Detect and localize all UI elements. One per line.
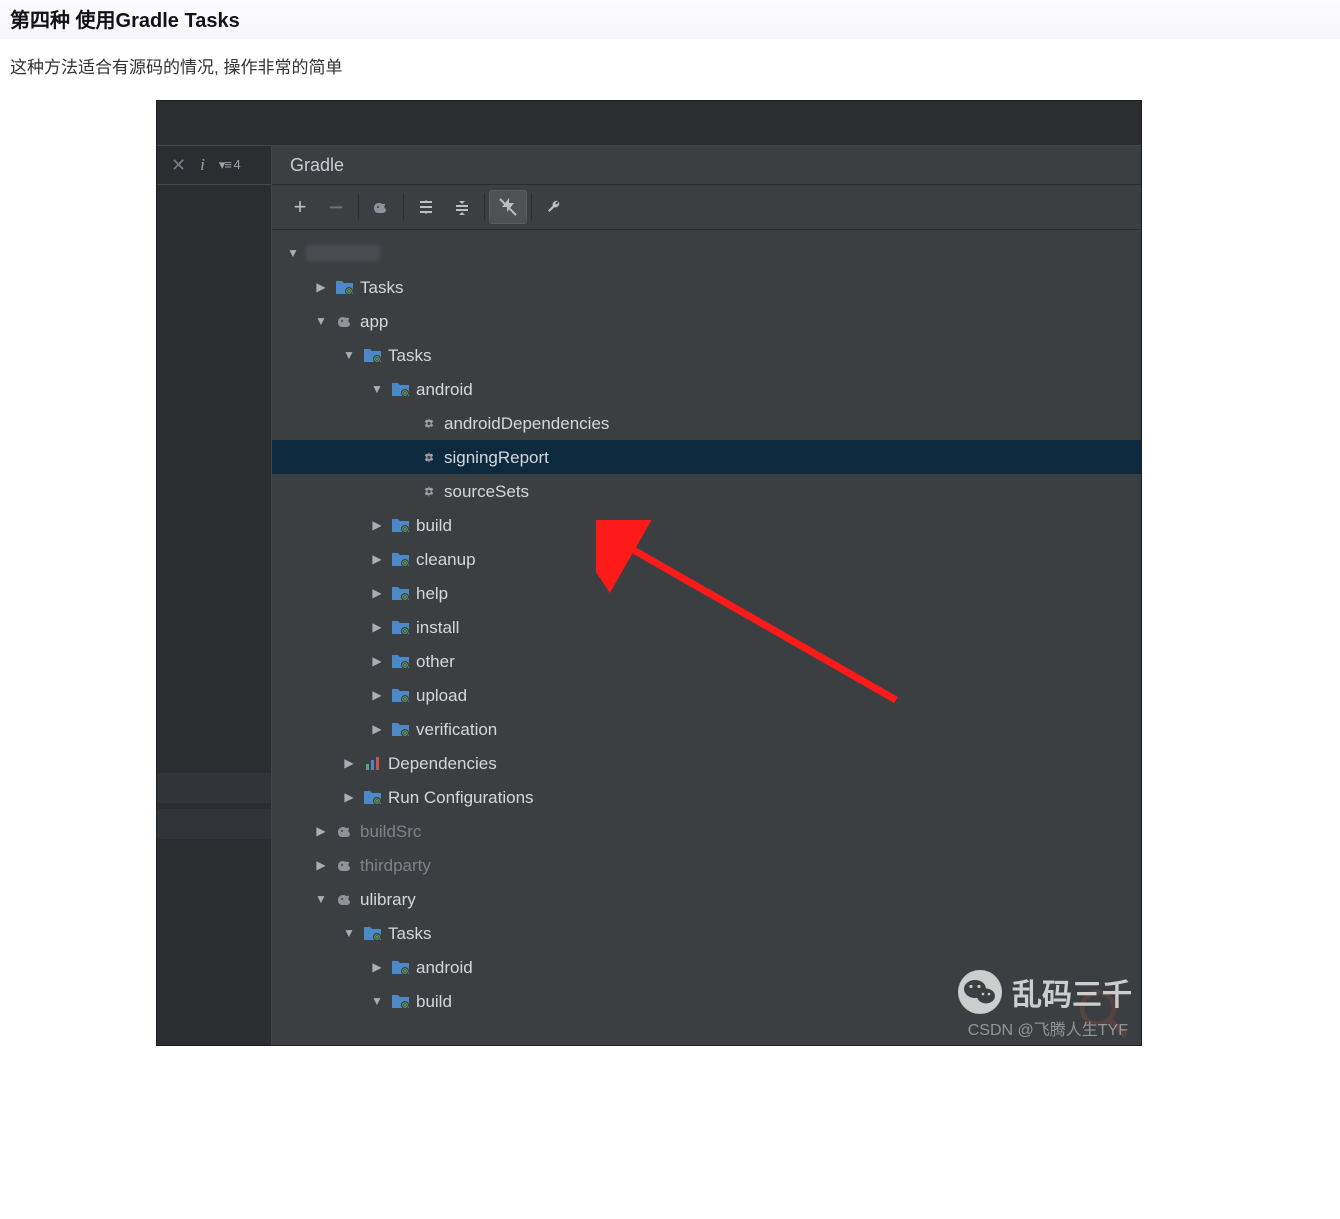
offline-mode-icon[interactable] (489, 190, 527, 224)
elephant-icon (334, 821, 356, 841)
screenshot: ✕ i ▾≡ 4 Gradle + − (156, 100, 1142, 1046)
wechat-watermark: 乱码三千 (958, 970, 1132, 1014)
tree-item-help[interactable]: help (272, 576, 1141, 610)
close-icon[interactable]: ✕ (171, 155, 186, 176)
ide-window: ✕ i ▾≡ 4 Gradle + − (156, 100, 1142, 1046)
tree-item-ulibrary[interactable]: ulibrary (272, 882, 1141, 916)
tool-window-tab[interactable] (157, 773, 271, 803)
folder-icon (390, 957, 412, 977)
wechat-icon (958, 970, 1002, 1014)
wechat-watermark-text: 乱码三千 (1012, 970, 1132, 1014)
task-signingReport[interactable]: signingReport (272, 440, 1141, 474)
intro-paragraph: 这种方法适合有源码的情况, 操作非常的简单 (0, 53, 1340, 78)
elephant-icon (334, 855, 356, 875)
gradle-toolbar: + − (272, 185, 1141, 230)
tree-item-cleanup[interactable]: cleanup (272, 542, 1141, 576)
tree-root[interactable] (272, 236, 1141, 270)
folder-icon (390, 617, 412, 637)
info-icon[interactable]: i (200, 155, 205, 175)
tree-item-thirdparty[interactable]: thirdparty (272, 848, 1141, 882)
task-sourceSets[interactable]: sourceSets (272, 474, 1141, 508)
tree-item-buildSrc[interactable]: buildSrc (272, 814, 1141, 848)
tree-item-verification[interactable]: verification (272, 712, 1141, 746)
folder-icon (390, 549, 412, 569)
tree-item-ulibrary-tasks[interactable]: Tasks (272, 916, 1141, 950)
panel-title: Gradle (272, 146, 1141, 185)
gear-icon (418, 413, 440, 433)
tool-window-tab[interactable] (157, 809, 271, 839)
csdn-watermark: CSDN @飞腾人生TYF (968, 1016, 1128, 1040)
gradle-panel: Gradle + − (272, 146, 1141, 1046)
section-heading-text: 第四种 使用Gradle Tasks (10, 4, 1330, 33)
ide-titlebar (157, 101, 1141, 146)
tree-item-android[interactable]: android (272, 372, 1141, 406)
folder-icon (362, 345, 384, 365)
tool-window-stripe: ✕ i ▾≡ 4 (157, 146, 272, 1046)
project-name-redacted (306, 245, 380, 261)
collapse-all-icon[interactable] (444, 191, 480, 223)
expand-all-icon[interactable] (408, 191, 444, 223)
folder-icon (390, 685, 412, 705)
folder-icon (390, 719, 412, 739)
folder-icon (390, 583, 412, 603)
folder-icon (334, 277, 356, 297)
tree-item-app-tasks[interactable]: Tasks (272, 338, 1141, 372)
folder-icon (390, 379, 412, 399)
tree-item-app[interactable]: app (272, 304, 1141, 338)
task-androidDependencies[interactable]: androidDependencies (272, 406, 1141, 440)
folder-icon (390, 991, 412, 1011)
gear-icon (418, 481, 440, 501)
elephant-icon (334, 311, 356, 331)
wrench-icon[interactable] (536, 191, 572, 223)
list-indicator: ▾≡ 4 (219, 157, 240, 173)
folder-icon (390, 651, 412, 671)
tree-item-tasks[interactable]: Tasks (272, 270, 1141, 304)
add-button[interactable]: + (282, 191, 318, 223)
tree-item-build[interactable]: build (272, 508, 1141, 542)
tree-item-other[interactable]: other (272, 644, 1141, 678)
gradle-tree: Tasks app Tasks android androidDependenc… (272, 230, 1141, 1046)
chart-icon (362, 753, 384, 773)
tree-item-run-configurations[interactable]: Run Configurations (272, 780, 1141, 814)
refresh-icon[interactable] (363, 191, 399, 223)
elephant-icon (334, 889, 356, 909)
tree-item-dependencies[interactable]: Dependencies (272, 746, 1141, 780)
tree-item-upload[interactable]: upload (272, 678, 1141, 712)
folder-icon (390, 515, 412, 535)
folder-icon (362, 787, 384, 807)
remove-button[interactable]: − (318, 191, 354, 223)
gear-icon (418, 447, 440, 467)
section-heading: 第四种 使用Gradle Tasks (0, 0, 1340, 39)
folder-icon (362, 923, 384, 943)
tree-item-install[interactable]: install (272, 610, 1141, 644)
